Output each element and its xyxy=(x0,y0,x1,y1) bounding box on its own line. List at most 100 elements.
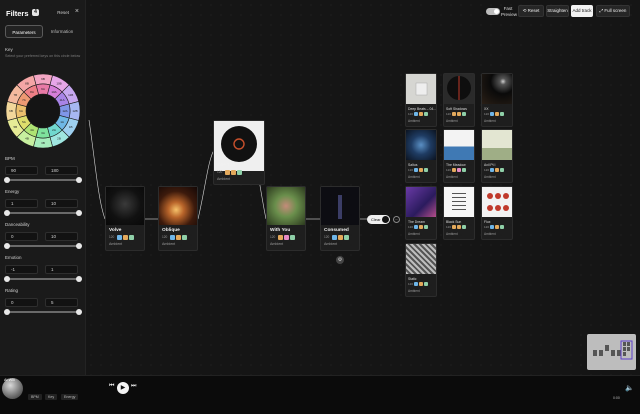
energy-max-input[interactable]: 10 xyxy=(45,199,78,208)
energy-chip xyxy=(225,170,230,175)
album-art xyxy=(106,187,144,225)
tab-information[interactable]: Information xyxy=(43,25,81,38)
key-label: 11A xyxy=(59,98,64,102)
album-art xyxy=(406,130,436,160)
filter-count-badge: 4 xyxy=(32,9,39,16)
suggestion-card[interactable]: Flux 120 Ambient xyxy=(481,186,513,240)
key-label: 3A xyxy=(41,131,45,135)
dance-chip xyxy=(237,170,242,175)
straighten-button[interactable]: Straighten xyxy=(546,5,569,17)
tab-parameters[interactable]: Parameters xyxy=(5,25,43,38)
settings-icon[interactable]: ⚙ xyxy=(336,256,344,264)
track-title: Soft Shadows xyxy=(446,107,467,111)
camelot-key-wheel[interactable]: 9B 9A 10B 10A 11B 11A 12B 12A 1B 1A 2B 2A 3B 3A 4B 4A 5B… xyxy=(6,74,80,148)
album-art xyxy=(444,130,474,160)
danceability-slider[interactable] xyxy=(4,243,82,249)
track-card-oblique[interactable]: Oblique 120 Ambient xyxy=(158,186,198,251)
track-genre: Ambient xyxy=(217,177,231,181)
key-help: Select your preferred keys on this circl… xyxy=(5,54,81,58)
track-title: Flux xyxy=(484,220,491,224)
fast-preview-toggle[interactable] xyxy=(486,8,500,15)
close-icon[interactable]: × xyxy=(75,8,79,15)
album-art xyxy=(444,74,474,104)
add-track-button[interactable]: Add track xyxy=(571,5,593,17)
key-label: 1B xyxy=(69,125,73,129)
bpm-min-input[interactable]: 90 xyxy=(5,166,38,175)
key-label: 1A xyxy=(60,120,64,124)
key-label: 8A xyxy=(30,90,34,94)
key-label: 12A xyxy=(62,109,67,113)
rating-min-input[interactable]: 0 xyxy=(5,298,38,307)
album-art xyxy=(482,74,512,104)
key-label: 9A xyxy=(41,87,45,91)
track-genre: Ambient xyxy=(162,242,176,246)
danceability-label: Danceability xyxy=(5,222,30,227)
album-art xyxy=(321,187,359,225)
previous-icon[interactable]: ⏮ xyxy=(109,383,114,390)
bpm-label: BPM xyxy=(5,156,15,161)
dance-chip xyxy=(129,235,134,240)
album-art xyxy=(482,187,512,217)
sidebar-title: Filters xyxy=(6,9,29,18)
rating-label: Rating xyxy=(5,288,19,293)
album-art xyxy=(159,187,197,225)
album-art xyxy=(444,187,474,217)
key-chip xyxy=(231,170,236,175)
track-card-with-you[interactable]: With You 120 Ambient xyxy=(266,186,306,251)
more-options-icon[interactable]: ⋯ xyxy=(393,216,400,223)
key-chip: Key xyxy=(45,394,58,400)
energy-slider[interactable] xyxy=(4,210,82,216)
rating-slider[interactable] xyxy=(4,309,82,315)
track-title: XX xyxy=(484,107,489,111)
key-label: 4B xyxy=(25,137,29,141)
suggestion-card[interactable]: The Meadow 120 Ambient xyxy=(443,129,475,183)
clear-toggle[interactable]: Clear xyxy=(367,215,390,224)
key-label: 6B xyxy=(9,109,13,113)
key-label: 11B xyxy=(68,93,73,97)
key-label: 4A xyxy=(30,128,34,132)
energy-chip xyxy=(278,235,283,240)
time-display: 0:00 xyxy=(613,396,620,400)
danceability-max-input[interactable]: 10 xyxy=(45,232,78,241)
track-genre: Ambient xyxy=(109,242,123,246)
suggestion-card[interactable]: The Dream 120 Ambient xyxy=(405,186,437,240)
volume-icon[interactable]: 🔈 xyxy=(625,384,634,392)
rating-max-input[interactable]: 5 xyxy=(45,298,78,307)
key-label: 8B xyxy=(25,81,29,85)
energy-chip xyxy=(176,235,181,240)
suggestion-card[interactable]: XX 120 Ambient xyxy=(481,73,513,127)
energy-min-input[interactable]: 1 xyxy=(5,199,38,208)
danceability-min-input[interactable]: 0 xyxy=(5,232,38,241)
energy-chip xyxy=(123,235,128,240)
track-title: The Meadow xyxy=(446,163,466,167)
wheel-center xyxy=(26,94,60,128)
track-card-site-312[interactable]: Site 312 120 Ambient xyxy=(213,120,265,185)
suggestion-card[interactable]: Deep Beats – 04... 120 Ambient xyxy=(405,73,437,127)
play-button[interactable]: ▶ xyxy=(117,382,129,394)
next-icon[interactable]: ⏭ xyxy=(131,383,136,390)
album-art xyxy=(406,187,436,217)
key-chip xyxy=(284,235,289,240)
suggestion-card[interactable]: Black Sun 120 Ambient xyxy=(443,186,475,240)
suggestion-card[interactable]: Axil Pt I 120 Ambient xyxy=(481,129,513,183)
emotion-label: Emotion xyxy=(5,255,22,260)
bpm-max-input[interactable]: 180 xyxy=(45,166,78,175)
track-card-volve[interactable]: Volve 120 Ambient xyxy=(105,186,145,251)
track-title: Oblique xyxy=(162,228,180,233)
emotion-slider[interactable] xyxy=(4,276,82,282)
track-card-consumed[interactable]: Consumed 120 Ambient xyxy=(320,186,360,251)
key-label: 10B xyxy=(56,81,61,85)
track-title: Consumed xyxy=(324,228,349,233)
track-title: The Dream xyxy=(408,220,425,224)
bpm-slider[interactable] xyxy=(4,177,82,183)
emotion-max-input[interactable]: 1 xyxy=(45,265,78,274)
full-screen-button[interactable]: ⤢ Full screen xyxy=(596,5,630,17)
suggestion-card[interactable]: Static 120 Ambient xyxy=(405,243,437,297)
emotion-min-input[interactable]: -1 xyxy=(5,265,38,274)
suggestion-card[interactable]: Soft Shadows 120 Ambient xyxy=(443,73,475,127)
reset-button[interactable]: ⟲ Reset xyxy=(518,5,544,17)
track-genre: Ambient xyxy=(270,242,284,246)
minimap[interactable] xyxy=(587,334,636,370)
filters-reset-button[interactable]: Reset xyxy=(57,10,69,15)
suggestion-card[interactable]: Saltus 120 Ambient xyxy=(405,129,437,183)
